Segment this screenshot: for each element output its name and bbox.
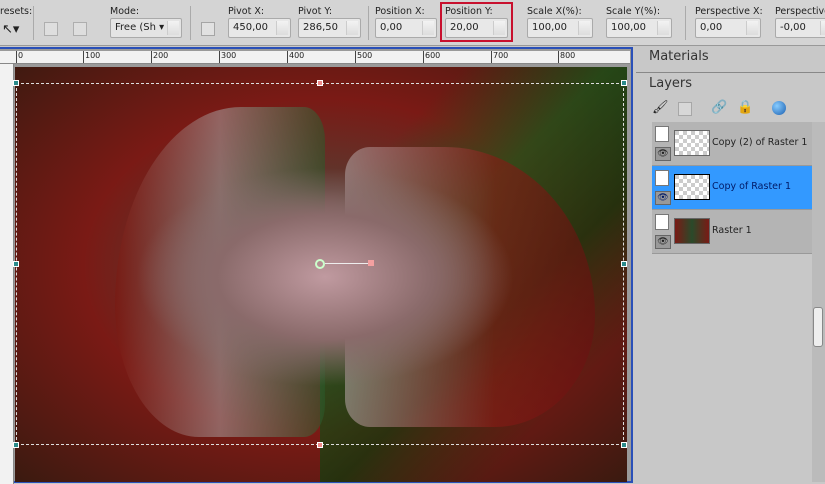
perspective-y-label: Perspective: [775, 6, 825, 17]
ruler-tick: 200: [151, 51, 168, 63]
tool-options-bar: resets: ↖▾ Mode: Free (Sh ▾ Pivot X: 450…: [0, 0, 825, 46]
mode-label: Mode:: [110, 6, 140, 17]
layer-style-icon[interactable]: [772, 101, 786, 115]
ruler-tick: 800: [558, 51, 575, 63]
mode-value: Free (Sh: [115, 22, 156, 33]
corner-handle[interactable]: [621, 80, 627, 86]
highlight-box: [440, 2, 513, 42]
scale-x-input[interactable]: 100,00: [527, 18, 593, 38]
scale-y-input[interactable]: 100,00: [606, 18, 672, 38]
transform-icon[interactable]: [201, 22, 215, 36]
ruler-tick: 600: [423, 51, 440, 63]
pivot-y-label: Pivot Y:: [298, 6, 333, 17]
layer-row[interactable]: 👁 Copy (2) of Raster 1: [652, 122, 812, 166]
perspective-x-input[interactable]: 0,00: [695, 18, 761, 38]
pick-tool-preset-button[interactable]: ↖▾: [2, 22, 19, 37]
ruler-tick: 100: [83, 51, 100, 63]
link-icon[interactable]: 🔗: [711, 100, 727, 115]
scale-x-label: Scale X(%):: [527, 6, 582, 17]
ruler-tick: 500: [355, 51, 372, 63]
layer-row-selected[interactable]: 👁 Copy of Raster 1: [652, 166, 812, 210]
pivot-y-value: 286,50: [303, 22, 338, 33]
scale-y-label: Scale Y(%):: [606, 6, 661, 17]
divider: [33, 6, 34, 40]
pivot-x-value: 450,00: [233, 22, 268, 33]
pivot-x-input[interactable]: 450,00: [228, 18, 291, 38]
divider: [685, 6, 686, 40]
position-x-label: Position X:: [375, 6, 425, 17]
ruler-tick: 400: [287, 51, 304, 63]
pivot-y-input[interactable]: 286,50: [298, 18, 361, 38]
corner-handle[interactable]: [13, 80, 19, 86]
lock-icon[interactable]: 🔒: [737, 100, 753, 115]
top-handle[interactable]: [317, 80, 323, 86]
horizontal-ruler: 0 100 200 300 400 500 600 700 800: [0, 51, 630, 64]
layer-name: Copy (2) of Raster 1: [712, 137, 808, 148]
mode-dropdown[interactable]: Free (Sh ▾: [110, 18, 182, 38]
layer-thumbnail: [674, 130, 710, 156]
eye-icon[interactable]: 👁: [655, 147, 671, 161]
scale-x-value: 100,00: [532, 22, 567, 33]
corner-handle[interactable]: [621, 442, 627, 448]
eye-icon[interactable]: 👁: [655, 235, 671, 249]
scrollbar-thumb[interactable]: [813, 307, 823, 347]
layers-panel-title: Layers: [649, 76, 693, 91]
scale-y-value: 100,00: [611, 22, 646, 33]
rotation-line: [325, 263, 370, 264]
eye-icon[interactable]: 👁: [655, 191, 671, 205]
pivot-point[interactable]: [315, 259, 325, 269]
corner-handle[interactable]: [13, 442, 19, 448]
mask-icon[interactable]: [678, 102, 692, 116]
presets-label: resets:: [0, 6, 33, 17]
layer-type-icon: [655, 214, 669, 230]
layer-name: Copy of Raster 1: [712, 181, 791, 192]
layer-type-icon: [655, 126, 669, 142]
divider: [368, 6, 369, 40]
position-x-input[interactable]: 0,00: [375, 18, 437, 38]
layer-row[interactable]: 👁 Raster 1: [652, 210, 812, 254]
layer-type-icon: [655, 170, 669, 186]
ruler-tick: 300: [219, 51, 236, 63]
ruler-tick: 0: [16, 51, 23, 63]
image-window: 0 100 200 300 400 500 600 700 800: [0, 47, 633, 484]
position-x-value: 0,00: [380, 22, 403, 33]
layers-scrollbar[interactable]: [812, 122, 825, 482]
vertical-ruler: [0, 64, 14, 484]
new-layer-icon[interactable]: 🖌: [652, 100, 669, 115]
bottom-handle[interactable]: [317, 442, 323, 448]
perspective-y-input[interactable]: -0,00: [775, 18, 825, 38]
perspective-x-label: Perspective X:: [695, 6, 763, 17]
divider: [636, 72, 825, 73]
layer-name: Raster 1: [712, 225, 752, 236]
reset-icon[interactable]: [44, 22, 58, 36]
divider: [190, 6, 191, 40]
left-handle[interactable]: [13, 261, 19, 267]
right-panel: Materials Layers 🖌 🔗 🔒 👁 Copy (2) of Ras…: [636, 47, 825, 483]
pivot-x-label: Pivot X:: [228, 6, 265, 17]
right-handle[interactable]: [621, 261, 627, 267]
perspective-x-value: 0,00: [700, 22, 723, 33]
materials-panel-title[interactable]: Materials: [649, 49, 709, 64]
ruler-tick: 700: [491, 51, 508, 63]
apply-icon[interactable]: [73, 22, 87, 36]
perspective-y-value: -0,00: [780, 22, 806, 33]
layer-thumbnail: [674, 174, 710, 200]
rotation-handle[interactable]: [368, 260, 374, 266]
layer-thumbnail: [674, 218, 710, 244]
